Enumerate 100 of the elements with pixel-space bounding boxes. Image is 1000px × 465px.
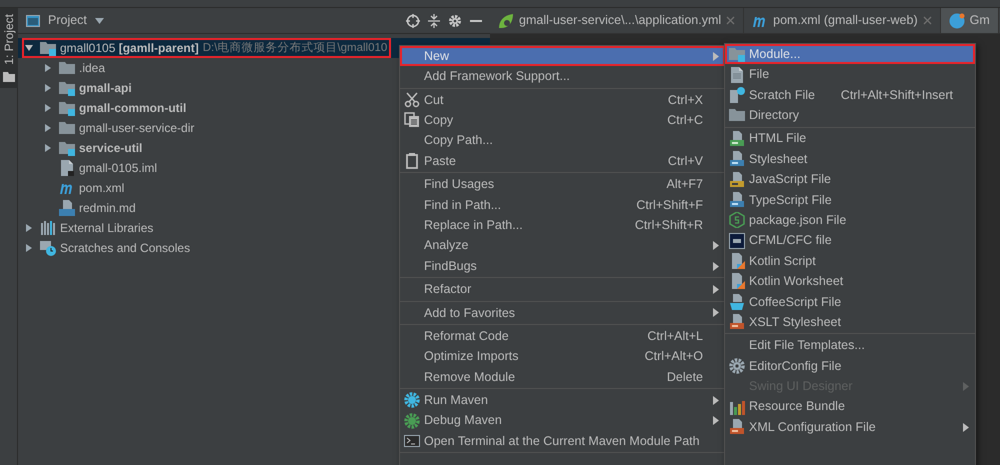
file-icon [729, 66, 745, 83]
clipboard-icon [404, 153, 420, 170]
panel-title[interactable]: Project [48, 11, 87, 30]
copy-icon [404, 112, 420, 128]
menu-item[interactable]: New [400, 46, 725, 66]
editor-tab[interactable]: gmall-user-service\...\application.yml [490, 8, 744, 33]
tree-item[interactable]: gmall-user-service-dir [75, 118, 194, 138]
collapsed-arrow-icon[interactable] [44, 64, 52, 72]
collapsed-arrow-icon[interactable] [44, 144, 52, 152]
menu-item[interactable]: EditorConfig File [725, 356, 975, 376]
menu-item[interactable]: Analyze [400, 236, 725, 256]
menu-item[interactable]: Cut Ctrl+X [400, 90, 725, 110]
menu-item[interactable]: HTML File [725, 128, 975, 149]
menu-item[interactable]: Refactor [400, 279, 725, 300]
expanded-arrow-icon[interactable] [25, 44, 33, 52]
menu-item[interactable]: Copy Path... [400, 130, 725, 151]
kotlin-file-icon [729, 253, 745, 270]
tree-item[interactable]: service-util [75, 138, 142, 158]
leaf-icon [498, 12, 514, 28]
class-icon [948, 12, 965, 28]
scratch-file-icon [729, 86, 745, 103]
folder-icon [729, 107, 745, 124]
menu-item[interactable]: Paste Ctrl+V [400, 150, 725, 172]
file-icon [59, 160, 75, 176]
module-folder-icon [59, 100, 75, 116]
bar-chart-icon [729, 398, 745, 415]
tree-item[interactable]: .idea [75, 58, 106, 78]
collapsed-arrow-icon[interactable] [25, 244, 33, 252]
hexagon-icon [729, 212, 745, 228]
menu-item[interactable]: package.json File [725, 210, 975, 231]
menu-item[interactable]: Resource Bundle [725, 396, 975, 418]
scratches-icon [40, 240, 56, 256]
menu-item[interactable]: Remove Module Delete [400, 366, 725, 388]
menu-item[interactable]: TypeScript File [725, 190, 975, 210]
menu-item[interactable]: Copy Ctrl+C [400, 110, 725, 131]
module-folder-icon [729, 46, 745, 62]
folder-icon [59, 60, 75, 76]
terminal-icon [404, 433, 420, 450]
menu-item[interactable]: Module... [725, 44, 975, 64]
menu-item[interactable]: Edit File Templates... [725, 335, 975, 356]
xml-file-icon [729, 419, 745, 436]
libraries-icon [40, 220, 56, 236]
menu-item[interactable]: XML Configuration File [725, 417, 975, 438]
collapse-icon[interactable] [428, 14, 440, 28]
menu-item[interactable]: FindBugs [400, 256, 725, 276]
tree-item[interactable]: gmall-0105.iml [75, 158, 158, 178]
folder-icon [59, 120, 75, 136]
gear-icon [404, 392, 420, 408]
tree-item[interactable]: gmall-api [75, 78, 132, 98]
editor-tab[interactable]: pom.xml (gmall-user-web) [744, 8, 941, 33]
tree-item[interactable]: gmall0105 [gamll-parent] [56, 38, 199, 58]
tree-item[interactable]: gmall-common-util [75, 98, 186, 118]
collapsed-arrow-icon[interactable] [44, 124, 52, 132]
menu-item[interactable]: Run Maven [400, 390, 725, 411]
locate-icon[interactable] [406, 14, 420, 28]
collapsed-arrow-icon[interactable] [25, 224, 33, 232]
menu-item[interactable]: Find in Path... Ctrl+Shift+F [400, 194, 725, 216]
menu-item[interactable]: CFML/CFC file [725, 230, 975, 251]
menu-item[interactable]: Optimize Imports Ctrl+Alt+O [400, 346, 725, 367]
menu-item[interactable]: XSLT Stylesheet [725, 312, 975, 332]
path-label: D:\电商微服务分布式项目\gmall010 [202, 40, 388, 56]
menu-item[interactable]: Open Terminal at the Current Maven Module Path [400, 431, 725, 452]
menu-item[interactable]: Kotlin Script [725, 250, 975, 272]
menu-item[interactable]: File [725, 64, 975, 85]
menu-item[interactable]: Add to Favorites [400, 302, 725, 324]
folder-icon [3, 70, 15, 82]
menu-item[interactable]: Debug Maven [400, 410, 725, 432]
menu-item[interactable]: Replace in Path... Ctrl+Shift+R [400, 215, 725, 236]
module-folder-icon [59, 80, 75, 96]
markdown-file-icon [59, 200, 75, 216]
cup-icon [729, 294, 745, 310]
project-tool-tab[interactable]: 1: Project [0, 8, 18, 88]
js-file-icon [729, 172, 745, 188]
menu-item[interactable]: Directory [725, 105, 975, 126]
cf-file-icon [729, 232, 745, 249]
collapsed-arrow-icon[interactable] [44, 84, 52, 92]
minimize-icon[interactable] [470, 18, 482, 22]
menu-item[interactable]: Scratch File Ctrl+Alt+Shift+Insert [725, 84, 975, 106]
ts-file-icon [729, 192, 745, 208]
editor-tab[interactable]: Gm [940, 8, 999, 33]
collapsed-arrow-icon[interactable] [44, 104, 52, 112]
scissors-icon [404, 92, 420, 108]
tree-item[interactable]: Scratches and Consoles [56, 238, 190, 258]
menu-item[interactable]: CoffeeScript File [725, 292, 975, 312]
css-file-icon [729, 151, 745, 168]
tree-item[interactable]: redmin.md [75, 198, 136, 218]
html-file-icon [729, 130, 745, 147]
xml-file-icon [729, 314, 745, 330]
module-folder-icon [59, 140, 75, 156]
menu-item[interactable]: Reformat Code Ctrl+Alt+L [400, 326, 725, 346]
menu-item[interactable]: Stylesheet [725, 148, 975, 170]
menu-item[interactable]: Find Usages Alt+F7 [400, 174, 725, 195]
settings-icon[interactable] [448, 14, 462, 28]
menu-item[interactable]: Add Framework Support... [400, 66, 725, 87]
menu-item[interactable]: JavaScript File [725, 169, 975, 190]
menu-item[interactable]: Kotlin Worksheet [725, 271, 975, 292]
tree-item[interactable]: External Libraries [56, 218, 154, 238]
kotlin-file-icon [729, 273, 745, 290]
tree-item[interactable]: pom.xml [75, 178, 124, 198]
dropdown-caret-icon[interactable] [94, 18, 104, 24]
